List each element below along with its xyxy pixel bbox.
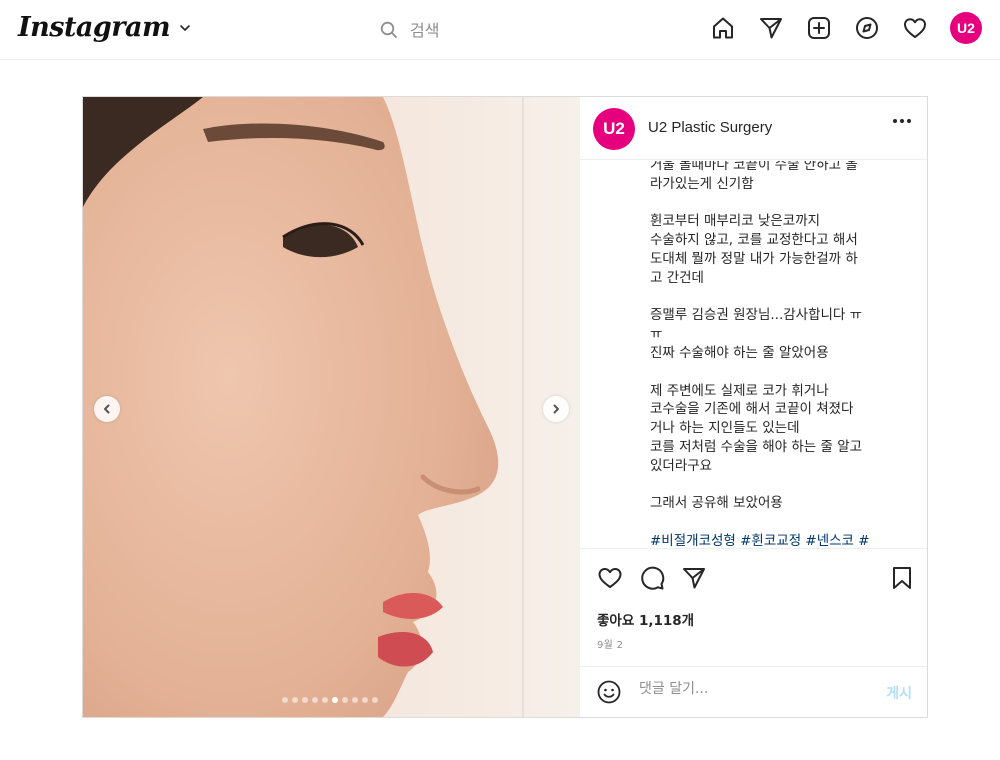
carousel-dot	[292, 697, 298, 703]
profile-avatar[interactable]: U2	[950, 12, 982, 44]
explore-icon[interactable]	[854, 15, 880, 41]
search-icon	[380, 21, 397, 38]
search-bar[interactable]	[380, 16, 610, 44]
emoji-icon[interactable]	[597, 680, 621, 704]
carousel-dot	[282, 697, 288, 703]
post-author-username[interactable]: U2 Plastic Surgery	[648, 119, 772, 136]
caption-hashtags[interactable]: #비절개코성형 #휜코교정 #넨스코 #	[650, 533, 870, 548]
carousel-dot	[352, 697, 358, 703]
likes-label: 좋아요	[597, 613, 635, 629]
carousel-dot	[302, 697, 308, 703]
post-author-avatar[interactable]: U2	[593, 108, 635, 150]
carousel-dot	[342, 697, 348, 703]
post-header: U2 U2 Plastic Surgery	[580, 97, 927, 160]
share-icon[interactable]	[681, 565, 707, 591]
comment-input[interactable]	[639, 681, 859, 697]
post-sidebar: U2 U2 Plastic Surgery 거울 볼때마다 코끝이 수술 안하고…	[580, 97, 927, 717]
carousel-dot	[312, 697, 318, 703]
carousel-indicator	[282, 697, 378, 703]
chevron-right-icon	[553, 404, 559, 414]
post-comment-button[interactable]: 게시	[886, 683, 912, 703]
post-date[interactable]: 9월 2	[597, 636, 623, 651]
post-caption: 거울 볼때마다 코끝이 수술 안하고 올 라가있는게 신기함 휜코부터 매부리코…	[650, 161, 900, 548]
more-options-icon[interactable]	[893, 119, 911, 123]
likes-count[interactable]: 좋아요 1,118개	[597, 609, 694, 629]
chevron-down-icon	[180, 24, 190, 31]
chevron-left-icon	[104, 404, 110, 414]
comment-icon[interactable]	[639, 565, 665, 591]
like-heart-icon[interactable]	[597, 565, 623, 591]
home-icon[interactable]	[710, 15, 736, 41]
carousel-dot	[322, 697, 328, 703]
activity-heart-icon[interactable]	[902, 15, 928, 41]
post-card: U2 U2 Plastic Surgery 거울 볼때마다 코끝이 수술 안하고…	[82, 96, 928, 718]
top-navigation: Instagram U2	[0, 0, 1000, 60]
new-post-icon[interactable]	[806, 15, 832, 41]
direct-message-icon[interactable]	[758, 15, 784, 41]
profile-avatar-text: U2	[957, 20, 975, 36]
logo-wordmark: Instagram	[18, 12, 171, 43]
post-actions: 좋아요 1,118개 9월 2	[580, 548, 927, 666]
instagram-logo[interactable]: Instagram	[18, 12, 192, 43]
bookmark-icon[interactable]	[889, 565, 915, 591]
carousel-dot	[372, 697, 378, 703]
carousel-dot	[332, 697, 338, 703]
carousel-next-button[interactable]	[543, 396, 569, 422]
likes-number: 1,118개	[638, 613, 695, 629]
post-author-avatar-text: U2	[603, 119, 625, 138]
search-input[interactable]	[410, 20, 610, 40]
post-media[interactable]	[83, 97, 580, 717]
caption-scroll-area[interactable]: 거울 볼때마다 코끝이 수술 안하고 올 라가있는게 신기함 휜코부터 매부리코…	[580, 161, 927, 548]
nav-icons: U2	[710, 12, 982, 44]
post-photo	[83, 97, 580, 717]
carousel-prev-button[interactable]	[94, 396, 120, 422]
carousel-dot	[362, 697, 368, 703]
caption-text: 거울 볼때마다 코끝이 수술 안하고 올 라가있는게 신기함 휜코부터 매부리코…	[650, 161, 863, 512]
comment-bar: 게시	[580, 666, 927, 717]
